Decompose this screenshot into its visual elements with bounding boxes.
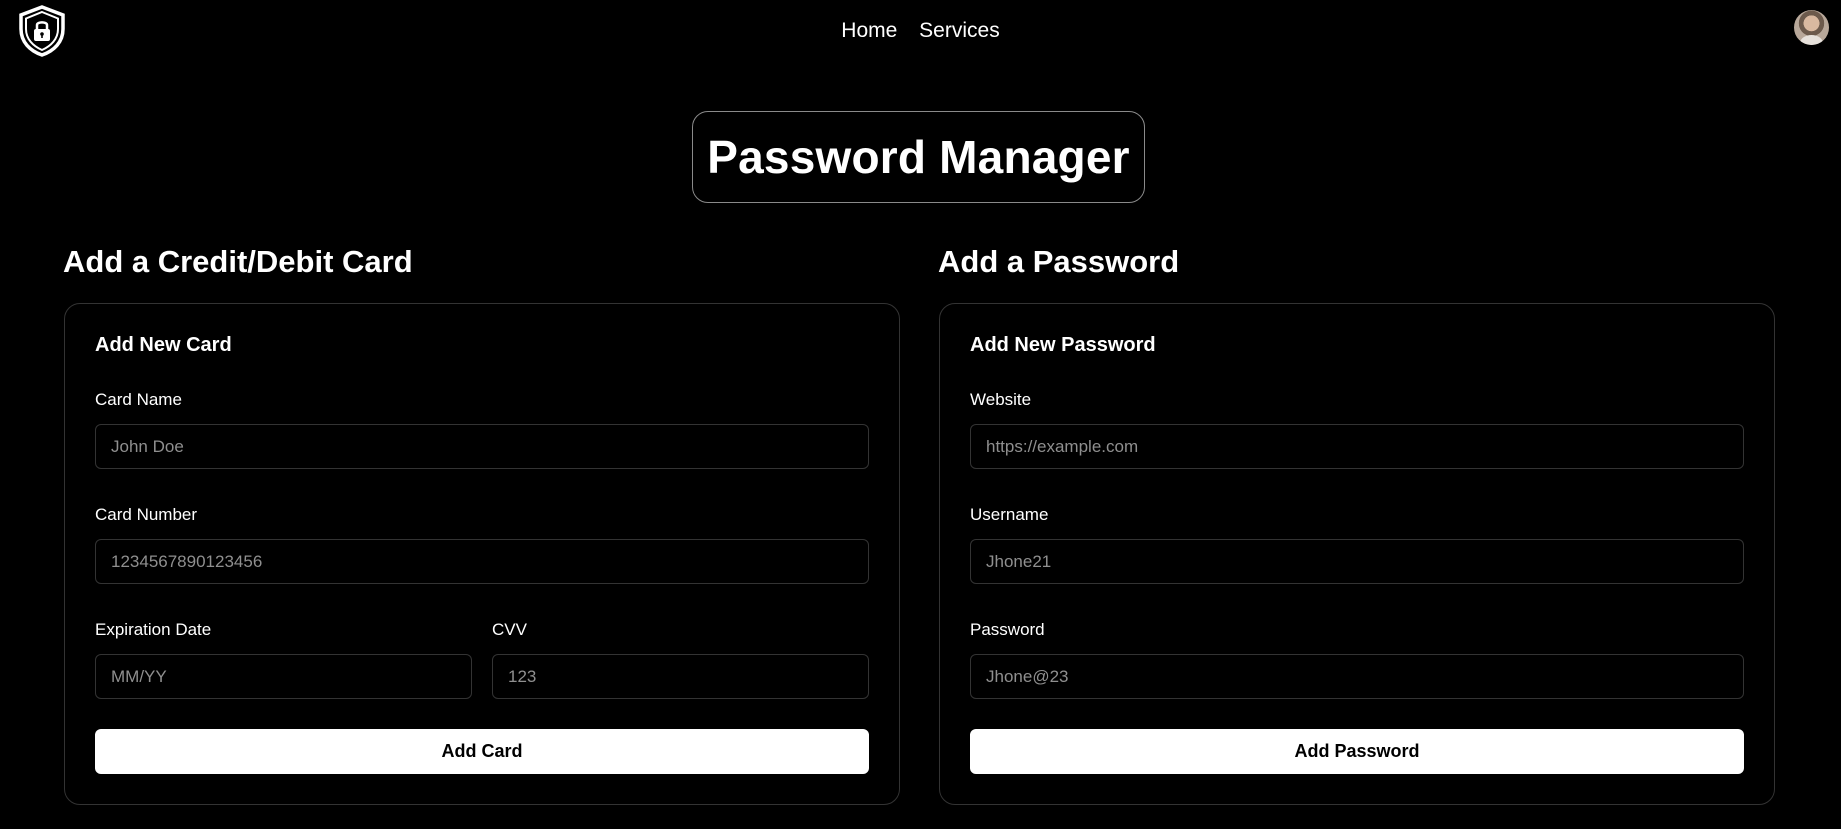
add-card-form-title: Add New Card (95, 334, 232, 356)
page-title: Password Manager (707, 131, 1130, 183)
password-input[interactable] (970, 654, 1744, 699)
website-input[interactable] (970, 424, 1744, 469)
card-section-heading: Add a Credit/Debit Card (63, 244, 413, 279)
page-title-box: Password Manager (692, 111, 1145, 203)
add-password-form: Add New Password Website Username Passwo… (939, 303, 1775, 805)
password-section-heading: Add a Password (938, 244, 1180, 279)
nav-link-services[interactable]: Services (919, 19, 1000, 42)
card-number-input[interactable] (95, 539, 869, 584)
expiration-date-input[interactable] (95, 654, 472, 699)
add-password-form-title: Add New Password (970, 334, 1156, 356)
password-label: Password (970, 620, 1045, 639)
card-name-input[interactable] (95, 424, 869, 469)
card-name-label: Card Name (95, 390, 182, 409)
add-card-form: Add New Card Card Name Card Number Expir… (64, 303, 900, 805)
username-label: Username (970, 505, 1049, 524)
top-nav: Home Services (0, 0, 1841, 62)
add-card-button[interactable]: Add Card (95, 729, 869, 774)
cvv-label: CVV (492, 620, 527, 639)
nav-links: Home Services (0, 19, 1841, 43)
avatar[interactable] (1794, 10, 1829, 45)
card-number-label: Card Number (95, 505, 198, 524)
nav-link-home[interactable]: Home (841, 19, 897, 42)
website-label: Website (970, 390, 1032, 409)
expiration-date-label: Expiration Date (95, 620, 212, 639)
cvv-input[interactable] (492, 654, 869, 699)
add-password-button[interactable]: Add Password (970, 729, 1744, 774)
username-input[interactable] (970, 539, 1744, 584)
